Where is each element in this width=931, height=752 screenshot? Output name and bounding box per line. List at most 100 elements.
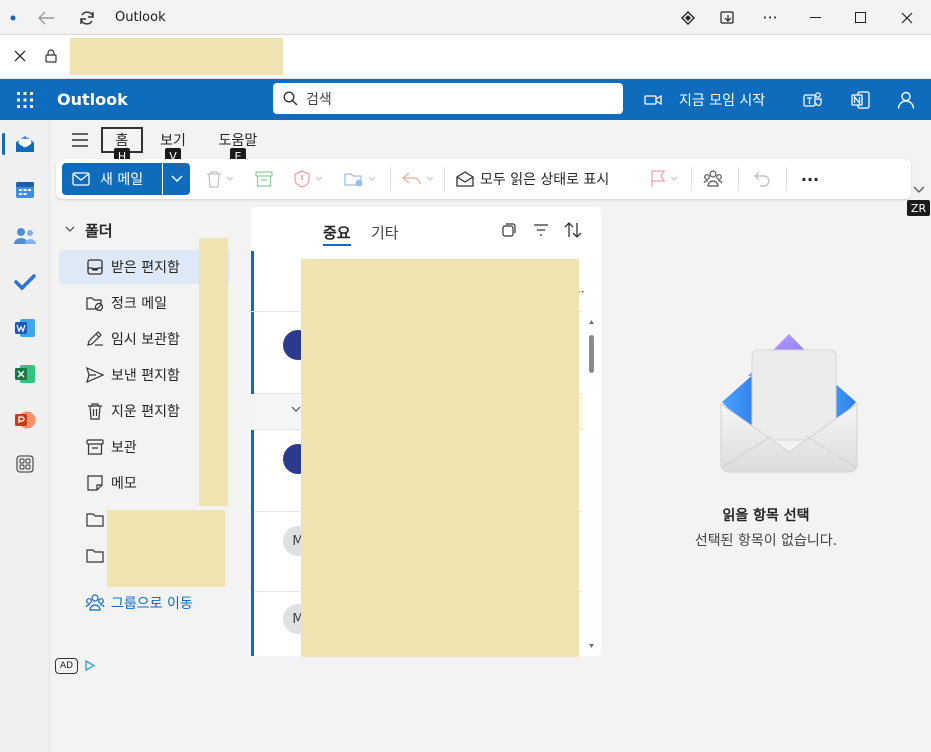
- powerpoint-app-icon[interactable]: [8, 403, 42, 437]
- scrollbar-thumb[interactable]: [589, 335, 594, 373]
- folder-label: 정크 메일: [111, 296, 167, 312]
- trash-icon: [85, 402, 105, 420]
- checkbox-icon: [502, 223, 516, 237]
- lock-icon[interactable]: [42, 47, 60, 65]
- redacted-message-content: [301, 259, 579, 657]
- move-to-button[interactable]: [340, 163, 380, 195]
- meet-now-button[interactable]: 지금 모임 시작: [679, 79, 765, 120]
- reading-pane-title: 읽을 항목 선택: [722, 508, 810, 524]
- inbox-icon: [85, 259, 105, 275]
- copilot-icon[interactable]: [678, 0, 698, 35]
- more-options-icon[interactable]: ···: [760, 0, 780, 35]
- tab-focused-indicator: [323, 244, 351, 246]
- search-placeholder: 검색: [306, 91, 332, 108]
- app-header: Outlook 검색 지금 모임 시작: [0, 79, 931, 120]
- tab-focused[interactable]: 중요: [323, 219, 351, 245]
- onenote-icon[interactable]: [850, 89, 872, 111]
- flag-icon: [651, 170, 666, 187]
- calendar-app-icon[interactable]: [8, 173, 42, 207]
- go-to-groups-link[interactable]: 그룹으로 이동: [85, 590, 193, 616]
- more-apps-icon[interactable]: [8, 447, 42, 481]
- teams-icon[interactable]: [802, 89, 824, 111]
- redacted-folder-names: [107, 510, 225, 587]
- folder-label: 메모: [111, 476, 137, 492]
- unread-indicator: [251, 430, 254, 512]
- folder-move-icon: [344, 173, 363, 187]
- minimize-button[interactable]: [806, 0, 826, 35]
- toolbar-separator: [786, 167, 787, 191]
- new-mail-label: 새 메일: [100, 172, 144, 188]
- delete-button[interactable]: [202, 163, 238, 195]
- tab-other[interactable]: 기타: [371, 219, 399, 245]
- reply-button[interactable]: [398, 163, 438, 195]
- ribbon-toolbar: 새 메일 모두 읽은 상태로 표시 ···: [56, 159, 911, 199]
- keytip-collapse: ZR: [907, 200, 930, 216]
- todo-app-icon[interactable]: [8, 265, 42, 299]
- mark-all-read-label: 모두 읽은 상태로 표시: [480, 172, 610, 188]
- sort-button[interactable]: [562, 220, 584, 240]
- undo-button[interactable]: [748, 163, 776, 195]
- close-window-button[interactable]: [897, 0, 917, 35]
- mail-app-icon[interactable]: [8, 127, 42, 161]
- chevron-down-icon: [170, 175, 183, 183]
- unread-indicator: [251, 592, 254, 656]
- brand-title[interactable]: Outlook: [57, 79, 128, 120]
- note-icon: [85, 475, 105, 491]
- chevron-down-icon: [913, 186, 925, 193]
- address-bar: [0, 35, 931, 79]
- go-to-groups-label: 그룹으로 이동: [111, 596, 193, 612]
- search-icon: [283, 91, 298, 106]
- redacted-count: [199, 238, 228, 506]
- folders-title: 폴더: [85, 221, 113, 240]
- people-app-icon[interactable]: [8, 219, 42, 253]
- folders-header[interactable]: 폴더: [65, 217, 113, 243]
- folder-label: 받은 편지함: [111, 260, 180, 276]
- unread-indicator: [251, 251, 254, 311]
- archive-button[interactable]: [251, 163, 277, 195]
- unread-indicator: [251, 312, 254, 394]
- reply-icon: [402, 172, 421, 185]
- select-mode-button[interactable]: [500, 221, 518, 239]
- toolbar-separator: [390, 167, 391, 191]
- app-launcher-icon[interactable]: [14, 89, 36, 111]
- folder-label: 지운 편지함: [111, 404, 180, 420]
- video-icon[interactable]: [643, 91, 663, 109]
- mark-all-read-button[interactable]: 모두 읽은 상태로 표시: [456, 163, 626, 195]
- excel-app-icon[interactable]: [8, 357, 42, 391]
- back-button[interactable]: [32, 0, 60, 35]
- toolbar-separator: [738, 167, 739, 191]
- shield-icon: [294, 170, 310, 188]
- refresh-button[interactable]: [74, 0, 100, 35]
- ribbon-collapse-button[interactable]: [911, 183, 927, 197]
- rail-active-indicator: [2, 133, 5, 155]
- undo-icon: [754, 171, 770, 187]
- search-input[interactable]: 검색: [273, 83, 623, 114]
- word-app-icon[interactable]: [8, 311, 42, 345]
- app-install-icon[interactable]: [718, 0, 738, 35]
- report-button[interactable]: [290, 163, 326, 195]
- groups-button[interactable]: [698, 163, 728, 195]
- junk-icon: [85, 295, 105, 311]
- ad-choices-icon[interactable]: [84, 659, 96, 671]
- account-icon[interactable]: [895, 89, 917, 111]
- more-commands-button[interactable]: ···: [796, 163, 824, 195]
- reading-pane-subtitle: 선택된 항목이 없습니다.: [694, 533, 838, 549]
- chevron-down-icon: [65, 226, 75, 232]
- unread-indicator: [251, 512, 254, 592]
- filter-icon: [534, 224, 548, 236]
- close-icon[interactable]: [11, 47, 29, 65]
- trash-icon: [207, 171, 221, 188]
- sort-icon: [564, 222, 582, 238]
- empty-mail-illustration: [718, 328, 860, 478]
- filter-button[interactable]: [531, 221, 551, 239]
- maximize-button[interactable]: [851, 0, 871, 35]
- sent-icon: [85, 367, 105, 383]
- mail-icon: [72, 172, 90, 186]
- hamburger-menu-icon[interactable]: [68, 130, 92, 150]
- archive-icon: [255, 171, 273, 187]
- ad-badge: AD: [55, 658, 78, 674]
- new-mail-button[interactable]: 새 메일: [62, 163, 162, 195]
- new-mail-dropdown-button[interactable]: [163, 163, 190, 195]
- flag-button[interactable]: [644, 163, 684, 195]
- url-redacted[interactable]: [70, 38, 283, 75]
